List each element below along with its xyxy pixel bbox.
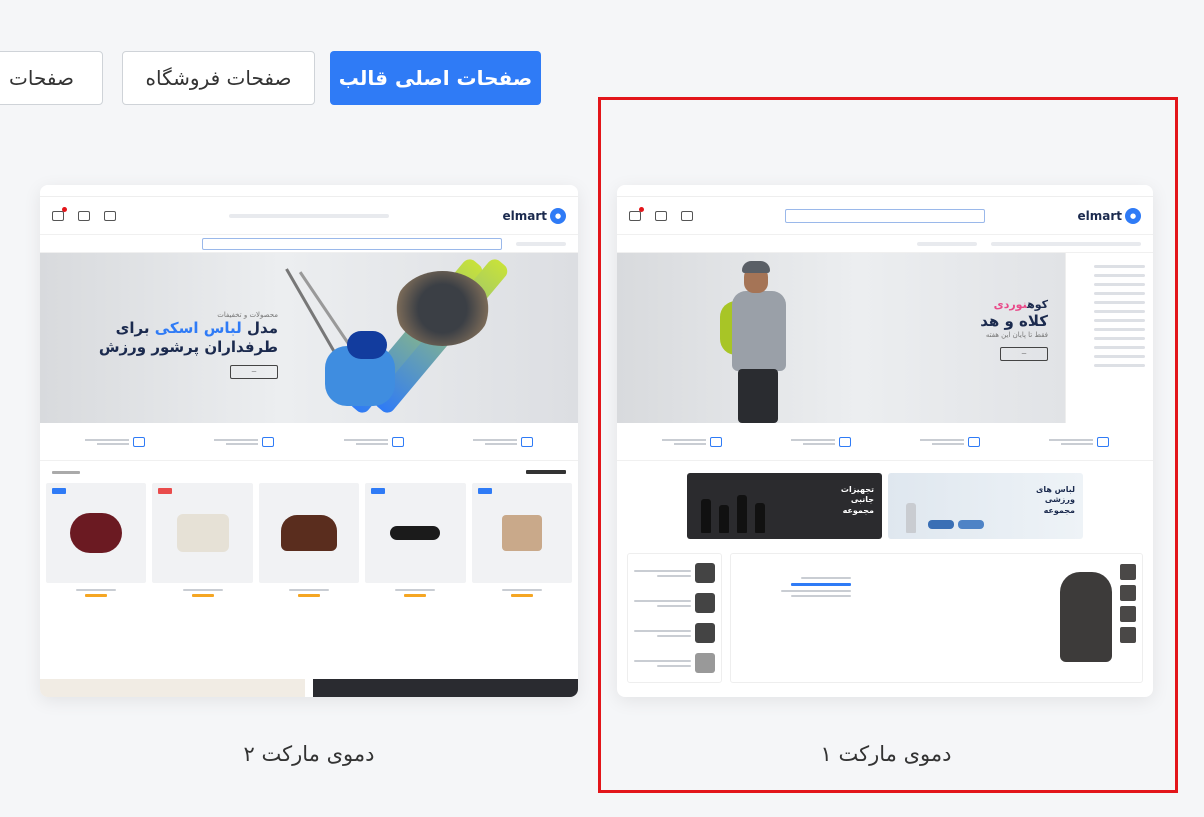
daily-deals-header xyxy=(40,461,578,483)
demo-2-caption[interactable]: دموی مارکت ۲ xyxy=(159,742,459,766)
tab-pages[interactable]: صفحات xyxy=(0,51,103,105)
features-row xyxy=(40,423,578,461)
user-icon xyxy=(104,210,117,221)
delivery-icon xyxy=(521,436,534,447)
preview-search-input xyxy=(202,237,502,250)
preview-logo: ● elmart xyxy=(502,207,566,224)
products-row xyxy=(40,483,578,583)
product-card xyxy=(365,483,466,583)
preview-nav xyxy=(40,235,578,253)
guarantee-icon xyxy=(262,436,275,447)
preview-hero: محصولات و تخفیفات مدل لباس اسکی برای طرف… xyxy=(40,253,578,423)
preview-header: ● elmart xyxy=(40,197,578,235)
product-card xyxy=(152,483,253,583)
demo-1-caption[interactable]: دموی مارکت ۱ xyxy=(736,742,1036,766)
demo-market-2-preview[interactable]: ● elmart محصولات و تخفیفات مدل لباس اسکی… xyxy=(40,185,578,697)
cart-icon xyxy=(52,206,68,221)
payment-icon xyxy=(132,436,145,447)
hero-cta-button: — xyxy=(230,364,278,379)
product-card xyxy=(45,483,147,583)
selection-highlight xyxy=(598,97,1178,793)
compare-icon xyxy=(78,210,91,221)
product-card xyxy=(471,483,572,583)
ski-gear-image xyxy=(285,256,511,421)
preview-topbar xyxy=(40,185,578,197)
support-icon xyxy=(391,436,404,447)
product-card xyxy=(258,483,360,583)
logo-icon: ● xyxy=(550,207,566,224)
tab-main-pages[interactable]: صفحات اصلی قالب xyxy=(330,51,541,105)
tab-shop-pages[interactable]: صفحات فروشگاه xyxy=(122,51,315,105)
